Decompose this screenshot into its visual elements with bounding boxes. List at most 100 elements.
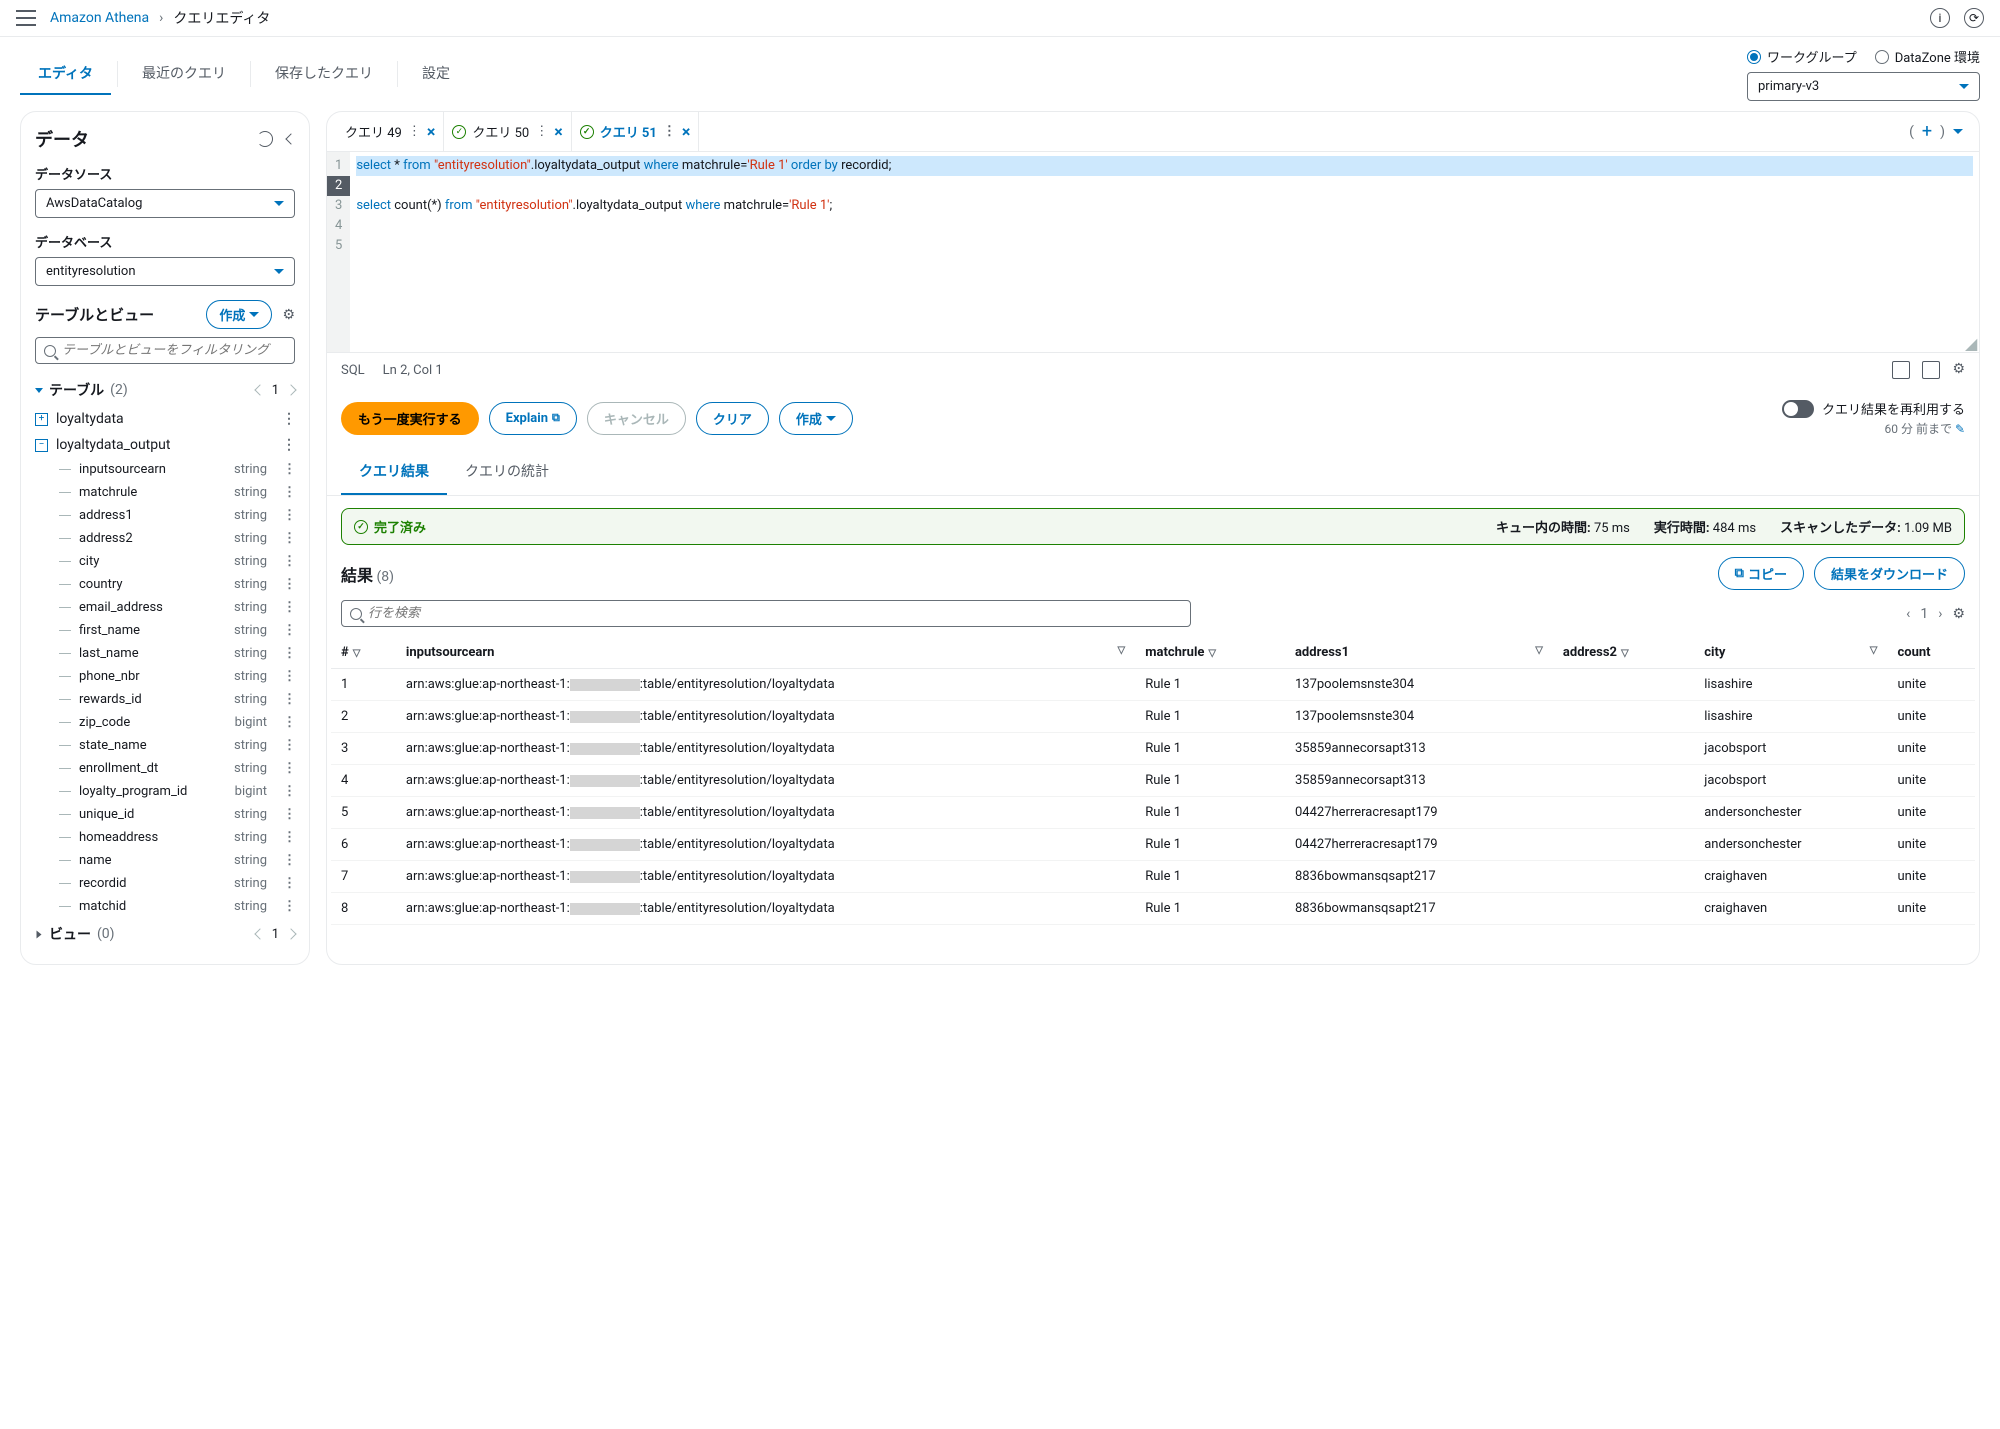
- expand-icon[interactable]: +: [35, 413, 48, 426]
- caret-down-icon[interactable]: [1953, 129, 1963, 134]
- tables-section[interactable]: テーブル (2) 1: [21, 374, 309, 406]
- create-button[interactable]: 作成: [206, 300, 272, 329]
- results-search[interactable]: [341, 600, 1191, 627]
- column-item[interactable]: enrollment_dtstring⋮: [21, 757, 309, 780]
- gear-icon[interactable]: ⚙: [282, 307, 295, 323]
- column-item[interactable]: state_namestring⋮: [21, 734, 309, 757]
- column-item[interactable]: first_namestring⋮: [21, 619, 309, 642]
- resize-handle-icon[interactable]: ◢: [1965, 338, 1977, 350]
- filter-icon[interactable]: ▽: [1870, 645, 1878, 656]
- tab-stats[interactable]: クエリの統計: [447, 449, 567, 495]
- panel-icon[interactable]: [1922, 361, 1940, 379]
- tab-results[interactable]: クエリ結果: [341, 449, 447, 495]
- table-row[interactable]: 8arn:aws:glue:ap-northeast-1::table/enti…: [331, 893, 1975, 925]
- column-item[interactable]: matchrulestring⋮: [21, 481, 309, 504]
- column-item[interactable]: email_addressstring⋮: [21, 596, 309, 619]
- more-icon[interactable]: ⋮: [283, 531, 295, 546]
- radio-datazone[interactable]: DataZone 環境: [1875, 47, 1980, 66]
- more-icon[interactable]: ⋮: [283, 899, 295, 914]
- table-row[interactable]: 1arn:aws:glue:ap-northeast-1::table/enti…: [331, 669, 1975, 701]
- filter-icon[interactable]: ▽: [1118, 645, 1126, 656]
- column-item[interactable]: recordidstring⋮: [21, 872, 309, 895]
- page-prev-icon[interactable]: [254, 384, 265, 395]
- code-editor[interactable]: 12345 select * from "entityresolution".l…: [327, 152, 1979, 352]
- results-search-input[interactable]: [368, 606, 1182, 621]
- more-icon[interactable]: ⋮: [283, 623, 295, 638]
- table-item-loyaltydata[interactable]: + loyaltydata ⋮: [21, 406, 309, 432]
- filter-input[interactable]: [35, 337, 295, 364]
- column-item[interactable]: matchidstring⋮: [21, 895, 309, 918]
- views-section[interactable]: ビュー (0) 1: [21, 918, 309, 950]
- column-item[interactable]: citystring⋮: [21, 550, 309, 573]
- table-row[interactable]: 2arn:aws:glue:ap-northeast-1::table/enti…: [331, 701, 1975, 733]
- table-row[interactable]: 5arn:aws:glue:ap-northeast-1::table/enti…: [331, 797, 1975, 829]
- collapse-icon[interactable]: −: [35, 439, 48, 452]
- column-item[interactable]: last_namestring⋮: [21, 642, 309, 665]
- gear-icon[interactable]: ⚙: [1952, 606, 1965, 622]
- more-icon[interactable]: ⋮: [283, 462, 295, 477]
- more-icon[interactable]: ⋮: [283, 646, 295, 661]
- filter-icon[interactable]: ▽: [1621, 648, 1629, 659]
- col-inputsourcearn[interactable]: inputsourcearn▽: [396, 637, 1135, 669]
- more-icon[interactable]: ⋮: [283, 600, 295, 615]
- filter-icon[interactable]: ▽: [1535, 645, 1543, 656]
- query-tab[interactable]: ✓クエリ 51⋮×: [572, 112, 700, 151]
- more-icon[interactable]: ⋮: [282, 437, 295, 453]
- query-tab[interactable]: クエリ 49⋮×: [337, 112, 444, 151]
- panel-icon[interactable]: [1892, 361, 1910, 379]
- tab-editor[interactable]: エディタ: [20, 53, 111, 95]
- more-icon[interactable]: ⋮: [283, 554, 295, 569]
- more-icon[interactable]: ⋮: [408, 124, 421, 139]
- table-item-loyaltydata-output[interactable]: − loyaltydata_output ⋮: [21, 432, 309, 458]
- column-item[interactable]: unique_idstring⋮: [21, 803, 309, 826]
- column-item[interactable]: namestring⋮: [21, 849, 309, 872]
- more-icon[interactable]: ⋮: [283, 508, 295, 523]
- col-country[interactable]: count: [1888, 637, 1976, 669]
- filter-icon[interactable]: ▽: [1208, 648, 1216, 659]
- more-icon[interactable]: ⋮: [283, 577, 295, 592]
- more-icon[interactable]: ⋮: [283, 853, 295, 868]
- table-row[interactable]: 4arn:aws:glue:ap-northeast-1::table/enti…: [331, 765, 1975, 797]
- download-button[interactable]: 結果をダウンロード: [1814, 557, 1965, 590]
- col-num[interactable]: #▽: [331, 637, 396, 669]
- create-button[interactable]: 作成: [779, 402, 853, 435]
- refresh-icon[interactable]: [257, 131, 273, 147]
- explain-button[interactable]: Explain ⧉: [489, 402, 577, 435]
- clear-button[interactable]: クリア: [696, 402, 769, 435]
- refresh-icon[interactable]: ⟳: [1964, 8, 1984, 28]
- more-icon[interactable]: ⋮: [535, 124, 548, 139]
- page-prev-icon[interactable]: ‹: [1906, 606, 1910, 622]
- close-icon[interactable]: ×: [554, 122, 563, 141]
- breadcrumb-service[interactable]: Amazon Athena: [50, 10, 149, 26]
- info-icon[interactable]: i: [1930, 8, 1950, 28]
- column-item[interactable]: address1string⋮: [21, 504, 309, 527]
- column-item[interactable]: address2string⋮: [21, 527, 309, 550]
- col-matchrule[interactable]: matchrule▽: [1135, 637, 1285, 669]
- column-item[interactable]: homeaddressstring⋮: [21, 826, 309, 849]
- column-item[interactable]: zip_codebigint⋮: [21, 711, 309, 734]
- table-row[interactable]: 6arn:aws:glue:ap-northeast-1::table/enti…: [331, 829, 1975, 861]
- close-icon[interactable]: ×: [682, 122, 691, 141]
- col-city[interactable]: city▽: [1694, 637, 1887, 669]
- menu-icon[interactable]: [16, 8, 36, 28]
- page-next-icon[interactable]: [285, 928, 296, 939]
- cancel-button[interactable]: キャンセル: [587, 402, 686, 435]
- table-row[interactable]: 3arn:aws:glue:ap-northeast-1::table/enti…: [331, 733, 1975, 765]
- more-icon[interactable]: ⋮: [283, 715, 295, 730]
- tab-recent[interactable]: 最近のクエリ: [124, 53, 244, 95]
- table-row[interactable]: 7arn:aws:glue:ap-northeast-1::table/enti…: [331, 861, 1975, 893]
- edit-icon[interactable]: ✎: [1955, 422, 1965, 436]
- workgroup-select[interactable]: primary-v3: [1747, 72, 1980, 101]
- page-next-icon[interactable]: [285, 384, 296, 395]
- more-icon[interactable]: ⋮: [283, 692, 295, 707]
- close-icon[interactable]: ×: [427, 122, 436, 141]
- more-icon[interactable]: ⋮: [283, 485, 295, 500]
- more-icon[interactable]: ⋮: [283, 807, 295, 822]
- more-icon[interactable]: ⋮: [283, 784, 295, 799]
- page-prev-icon[interactable]: [254, 928, 265, 939]
- datasource-select[interactable]: AwsDataCatalog: [35, 189, 295, 218]
- copy-button[interactable]: ⧉ コピー: [1718, 557, 1804, 590]
- radio-workgroup[interactable]: ワークグループ: [1747, 47, 1857, 66]
- column-item[interactable]: rewards_idstring⋮: [21, 688, 309, 711]
- gear-icon[interactable]: ⚙: [1952, 361, 1965, 379]
